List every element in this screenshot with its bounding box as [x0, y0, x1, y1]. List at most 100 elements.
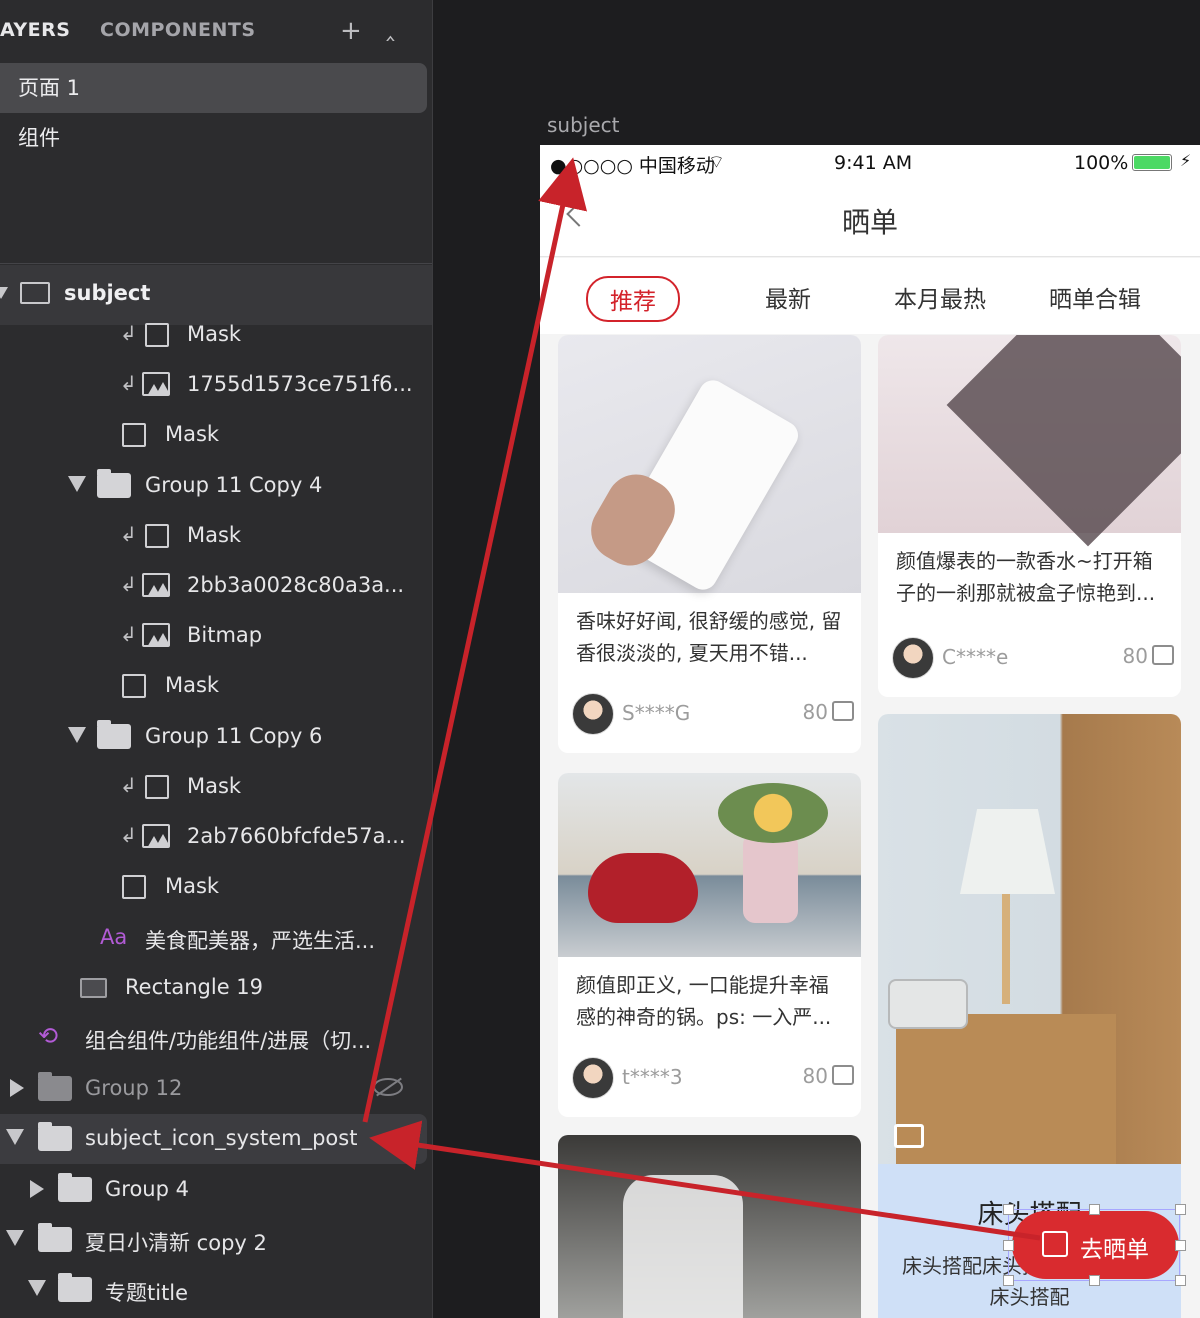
like-count[interactable]: 80: [1123, 644, 1174, 668]
resize-handle[interactable]: [1175, 1240, 1186, 1251]
mask-icon: [145, 775, 169, 799]
battery-percent: 100%: [1074, 152, 1129, 174]
layer-row[interactable]: ↲ 2bb3a0028c80a3a...: [0, 561, 432, 611]
resize-handle[interactable]: [1089, 1275, 1100, 1286]
layer-row-group[interactable]: Group 11 Copy 4: [0, 461, 432, 511]
resize-handle[interactable]: [1175, 1275, 1186, 1286]
disclosure-down-icon[interactable]: [68, 476, 86, 492]
layer-label: Group 4: [105, 1177, 189, 1201]
layer-row-text[interactable]: Aa 美食配美器，严选生活...: [0, 913, 432, 963]
layer-row-symbol[interactable]: ⟲ 组合组件/功能组件/进展（切...: [0, 1013, 432, 1063]
layer-row[interactable]: ↲ Mask: [0, 310, 432, 360]
resize-handle[interactable]: [1003, 1275, 1014, 1286]
layer-row[interactable]: ↲ 2ab7660bfcfde57a...: [0, 812, 432, 862]
like-count[interactable]: 80: [803, 700, 854, 724]
layer-row-shape[interactable]: Rectangle 19: [0, 963, 432, 1013]
layer-row[interactable]: ↲ Mask: [0, 762, 432, 812]
thumbs-up-icon: [1152, 645, 1174, 665]
layer-row-group[interactable]: Group 11 Copy 6: [0, 712, 432, 762]
resize-handle[interactable]: [1175, 1204, 1186, 1215]
tab-month-hot[interactable]: 本月最热: [894, 280, 986, 314]
like-count[interactable]: 80: [803, 1064, 854, 1088]
layer-row-group[interactable]: 专题title: [0, 1265, 432, 1315]
post-card[interactable]: 香味好好闻, 很舒缓的感觉, 留香很淡淡的, 夏天用不错... S****G 8…: [558, 335, 861, 753]
layer-row-group-selected[interactable]: subject_icon_system_post: [0, 1114, 432, 1164]
layer-label: 组合组件/功能组件/进展（切...: [85, 1029, 372, 1053]
disclosure-down-icon[interactable]: [28, 1280, 46, 1296]
disclosure-right-icon[interactable]: [30, 1180, 44, 1198]
post-card[interactable]: 颜值即正义, 一口能提升幸福感的神奇的锅。ps: 一入严... t****3 8…: [558, 773, 861, 1117]
clip-arrow-icon: ↲: [120, 522, 137, 546]
disclosure-down-icon[interactable]: [68, 727, 86, 743]
mask-icon: [122, 674, 146, 698]
layer-label: Group 11 Copy 4: [145, 473, 323, 497]
status-time: 9:41 AM: [834, 152, 913, 174]
post-description: 颜值即正义, 一口能提升幸福感的神奇的锅。ps: 一入严...: [576, 973, 832, 1029]
page-item-1[interactable]: 页面 1: [0, 63, 427, 113]
layer-label: 夏日小清新 copy 2: [85, 1231, 267, 1255]
layer-label: Bitmap: [187, 623, 263, 647]
resize-handle[interactable]: [1003, 1240, 1014, 1251]
layer-row[interactable]: ↲ Bitmap: [0, 611, 432, 661]
symbol-icon: ⟲: [38, 1022, 59, 1050]
layer-row[interactable]: Mask: [0, 661, 432, 711]
battery-icon: [1132, 154, 1172, 171]
folder-icon: [97, 469, 131, 498]
layer-label: Mask: [187, 523, 242, 547]
post-author: C****e 80: [892, 637, 1174, 679]
layer-row-group[interactable]: 夏日小清新 copy 2: [0, 1215, 432, 1265]
folder-icon: [38, 1122, 72, 1151]
author-name: t****3: [622, 1065, 683, 1089]
resize-handle[interactable]: [1089, 1204, 1100, 1215]
avatar[interactable]: [572, 693, 614, 735]
avatar[interactable]: [892, 637, 934, 679]
layer-row-group-hidden[interactable]: Group 12: [0, 1064, 432, 1114]
bitmap-icon: [142, 623, 170, 647]
page-item-components[interactable]: 组件: [0, 113, 427, 163]
layer-label: Group 11 Copy 6: [145, 724, 323, 748]
post-card[interactable]: [558, 1135, 861, 1318]
avatar[interactable]: [572, 1057, 614, 1099]
edit-icon: [1042, 1231, 1068, 1257]
disclosure-down-icon[interactable]: [6, 1230, 24, 1246]
layer-label: subject_icon_system_post: [85, 1126, 358, 1150]
sidebar-header: AYERS COMPONENTS + ‸: [0, 0, 432, 62]
tab-layers[interactable]: AYERS: [0, 19, 70, 41]
layers-sidebar: AYERS COMPONENTS + ‸ 页面 1 组件 subject ↲ M…: [0, 0, 433, 1318]
layer-row-group[interactable]: Group 4: [0, 1165, 432, 1215]
post-show-button[interactable]: 去晒单: [1012, 1211, 1179, 1279]
post-card[interactable]: 颜值爆表的一款香水~打开箱子的一刹那就被盒子惊艳到... C****e 80: [878, 335, 1181, 697]
resize-handle[interactable]: [1003, 1204, 1014, 1215]
gallery-icon: [894, 1124, 924, 1148]
clip-arrow-icon: ↲: [120, 823, 137, 847]
layer-label: 2bb3a0028c80a3a...: [187, 573, 405, 597]
clip-arrow-icon: ↲: [120, 773, 137, 797]
disclosure-down-icon[interactable]: [0, 287, 8, 299]
rectangle-icon: [80, 978, 107, 998]
layer-label: Mask: [165, 874, 220, 898]
post-image: [558, 335, 861, 595]
layer-row[interactable]: ↲ Mask: [0, 511, 432, 561]
post-description: 颜值爆表的一款香水~打开箱子的一刹那就被盒子惊艳到...: [896, 549, 1156, 605]
post-author: t****3 80: [572, 1057, 854, 1099]
mask-icon: [122, 875, 146, 899]
layer-label: Mask: [165, 673, 220, 697]
add-icon[interactable]: +: [340, 18, 362, 44]
disclosure-down-icon[interactable]: [6, 1129, 24, 1145]
layer-row[interactable]: Mask: [0, 862, 432, 912]
tab-components[interactable]: COMPONENTS: [100, 19, 256, 41]
tab-collections[interactable]: 晒单合辑: [1049, 280, 1141, 314]
artboard-title[interactable]: subject: [547, 113, 620, 137]
author-name: C****e: [942, 645, 1009, 669]
tab-recommended[interactable]: 推荐: [586, 276, 680, 322]
phone-artboard[interactable]: ●○○○○ 中国移动 ⌔ 9:41 AM 100% ⚡ 晒单 推荐 最新 本月最…: [540, 145, 1200, 1318]
layer-row[interactable]: ↲ 1755d1573ce751f6...: [0, 360, 432, 410]
disclosure-right-icon[interactable]: [10, 1079, 24, 1097]
layer-row[interactable]: Mask: [0, 410, 432, 460]
mask-icon: [145, 323, 169, 347]
chevron-up-icon[interactable]: ‸: [386, 14, 395, 40]
layer-label: Rectangle 19: [125, 975, 264, 999]
tab-latest[interactable]: 最新: [765, 280, 811, 314]
post-show-label: 去晒单: [1080, 1237, 1149, 1263]
collection-subtitle: 床头搭配: [989, 1285, 1070, 1309]
